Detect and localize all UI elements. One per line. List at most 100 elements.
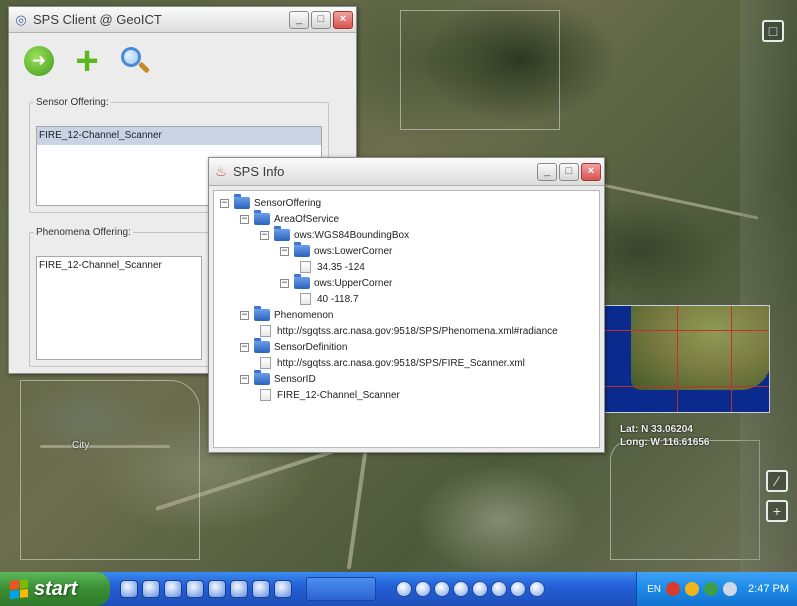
quick-launch-icon[interactable] — [230, 580, 248, 598]
taskbar-window-button[interactable] — [306, 577, 376, 601]
collapse-toggle-icon[interactable]: − — [260, 230, 269, 240]
quick-launch-icon[interactable] — [252, 580, 270, 598]
map-zoom-icon[interactable]: + — [766, 500, 788, 522]
list-item[interactable]: FIRE_12-Channel_Scanner — [37, 127, 321, 145]
quick-launch-icon[interactable] — [186, 580, 204, 598]
maximize-button[interactable]: □ — [559, 162, 579, 181]
leaf-node-icon — [260, 357, 271, 369]
maximize-button[interactable]: □ — [311, 10, 331, 29]
tree-node[interactable]: − ows:UpperCorner — [280, 274, 392, 291]
sensor-offering-legend: Sensor Offering: — [36, 97, 109, 108]
info-tree[interactable]: − SensorOffering − AreaOfService − ows:WGS84B… — [213, 190, 600, 448]
map-field-outline — [400, 10, 560, 130]
overview-crosshair-vertical — [677, 306, 678, 412]
minimize-button[interactable]: _ — [289, 10, 309, 29]
clock[interactable]: 2:47 PM — [748, 583, 789, 595]
tray-icon[interactable] — [704, 582, 719, 596]
tree-node[interactable]: http://sgqtss.arc.nasa.gov:9518/SPS/Phen… — [260, 323, 558, 339]
media-control-icon[interactable] — [491, 581, 507, 597]
city-label: City — [72, 440, 90, 451]
media-control-icon[interactable] — [434, 581, 450, 597]
folder-icon — [254, 306, 270, 321]
tree-node[interactable]: − SensorID — [240, 370, 316, 387]
map-edit-icon[interactable]: ∕ — [766, 470, 788, 492]
media-control-icon[interactable] — [453, 581, 469, 597]
app-globe-icon: ◎ — [15, 11, 27, 27]
windows-logo-icon — [10, 579, 28, 599]
tree-node-label: http://sgqtss.arc.nasa.gov:9518/SPS/FIRE… — [277, 357, 525, 369]
tree-node[interactable]: FIRE_12-Channel_Scanner — [260, 387, 400, 403]
tree-node-label: http://sgqtss.arc.nasa.gov:9518/SPS/Phen… — [277, 325, 558, 337]
quick-launch-icon[interactable] — [208, 580, 226, 598]
tree-node[interactable]: − SensorDefinition — [240, 338, 347, 355]
client-toolbar: ➜ + — [9, 33, 356, 89]
collapse-toggle-icon[interactable]: − — [280, 278, 289, 288]
tree-node-label: FIRE_12-Channel_Scanner — [277, 389, 400, 401]
tree-node[interactable]: 34.35 -124 — [300, 259, 365, 275]
tree-node[interactable]: − SensorOffering — [220, 194, 321, 211]
media-controls — [396, 581, 545, 597]
tree-node-label: 34.35 -124 — [317, 261, 365, 273]
tree-node[interactable]: − Phenomenon — [240, 306, 334, 323]
start-button[interactable]: start — [0, 572, 110, 606]
folder-icon — [294, 242, 310, 257]
collapse-toggle-icon[interactable]: − — [240, 374, 249, 384]
run-button[interactable]: ➜ — [21, 43, 57, 79]
overview-map[interactable] — [600, 305, 770, 413]
overview-crosshair-vertical — [731, 306, 732, 412]
media-control-icon[interactable] — [472, 581, 488, 597]
client-titlebar[interactable]: ◎ SPS Client @ GeoICT _ □ × — [9, 7, 356, 33]
collapse-toggle-icon[interactable]: − — [280, 246, 289, 256]
collapse-toggle-icon[interactable]: − — [240, 310, 249, 320]
map-layers-icon[interactable]: □ — [762, 20, 784, 42]
folder-icon — [254, 338, 270, 353]
folder-icon — [294, 274, 310, 289]
quick-launch-icon[interactable] — [142, 580, 160, 598]
map-field-outline — [610, 440, 760, 560]
tree-node[interactable]: http://sgqtss.arc.nasa.gov:9518/SPS/FIRE… — [260, 355, 525, 371]
leaf-node-icon — [260, 389, 271, 401]
close-button[interactable]: × — [333, 10, 353, 29]
java-cup-icon: ♨ — [215, 163, 227, 179]
tray-icon[interactable] — [666, 582, 681, 596]
folder-icon — [234, 194, 250, 209]
media-control-icon[interactable] — [510, 581, 526, 597]
quick-launch — [120, 580, 292, 598]
collapse-toggle-icon[interactable]: − — [240, 342, 249, 352]
close-button[interactable]: × — [581, 162, 601, 181]
map-field-outline — [20, 380, 200, 560]
language-indicator[interactable]: EN — [647, 584, 661, 595]
tree-node-label: AreaOfService — [274, 213, 340, 225]
collapse-toggle-icon[interactable]: − — [220, 198, 229, 208]
tree-node-label: ows:LowerCorner — [314, 245, 393, 257]
tray-icon[interactable] — [723, 582, 738, 596]
map-road — [601, 183, 759, 220]
tray-icon[interactable] — [685, 582, 700, 596]
collapse-toggle-icon[interactable]: − — [240, 214, 249, 224]
quick-launch-icon[interactable] — [164, 580, 182, 598]
media-control-icon[interactable] — [415, 581, 431, 597]
list-item[interactable]: FIRE_12-Channel_Scanner — [37, 257, 201, 275]
add-button[interactable]: + — [69, 41, 105, 81]
folder-icon — [274, 226, 290, 241]
longitude-readout: Long: W 116.61656 — [620, 437, 710, 448]
phenomena-offering-legend: Phenomena Offering: — [36, 227, 131, 238]
media-control-icon[interactable] — [396, 581, 412, 597]
sps-info-window[interactable]: ♨ SPS Info _ □ × − SensorOffering − AreaOfS… — [208, 157, 605, 453]
search-button[interactable] — [117, 43, 153, 79]
leaf-node-icon — [260, 325, 271, 337]
tree-node[interactable]: − AreaOfService — [240, 210, 340, 227]
tree-node-label: SensorID — [274, 373, 316, 385]
info-titlebar[interactable]: ♨ SPS Info _ □ × — [209, 158, 604, 186]
media-control-icon[interactable] — [529, 581, 545, 597]
tree-node[interactable]: − ows:WGS84BoundingBox — [260, 226, 409, 243]
minimize-button[interactable]: _ — [537, 162, 557, 181]
quick-launch-icon[interactable] — [120, 580, 138, 598]
tree-node[interactable]: − ows:LowerCorner — [280, 242, 393, 259]
quick-launch-icon[interactable] — [274, 580, 292, 598]
tree-node-label: Phenomenon — [274, 309, 334, 321]
tree-node[interactable]: 40 -118.7 — [300, 291, 359, 307]
phenomena-offering-list[interactable]: FIRE_12-Channel_Scanner — [36, 256, 202, 360]
start-label: start — [34, 577, 78, 600]
info-window-title: SPS Info — [233, 164, 285, 179]
